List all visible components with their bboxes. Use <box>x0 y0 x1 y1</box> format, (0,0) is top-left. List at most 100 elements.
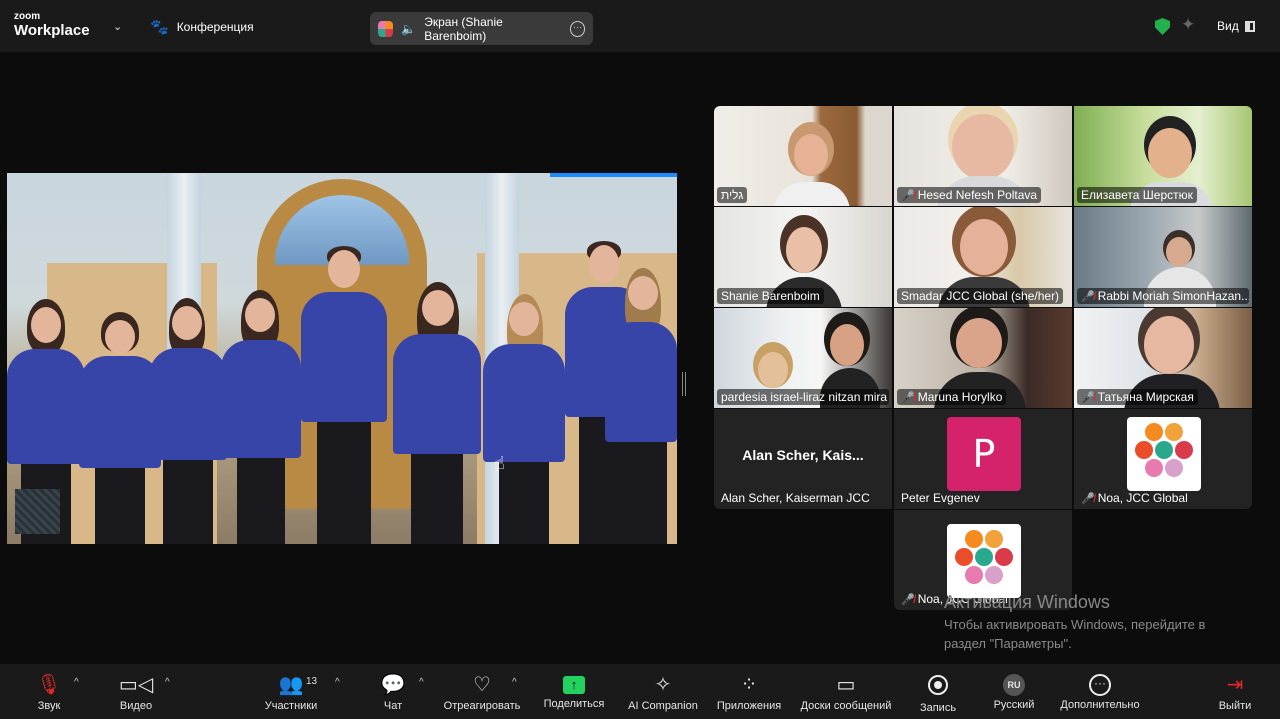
more-label: Дополнительно <box>1060 699 1140 711</box>
view-button[interactable]: Вид <box>1217 19 1255 33</box>
more-icon: ··· <box>1089 674 1111 696</box>
language-label: Русский <box>993 699 1035 711</box>
participant-name-tag: Елизавета Шерстюк <box>1077 187 1197 203</box>
singer <box>221 290 301 544</box>
muted-mic-icon: 🎤̸ <box>1081 290 1095 303</box>
participant-name: Maruna Horylko <box>917 390 1003 404</box>
ai-sparkle-icon[interactable]: ✦ <box>1181 15 1195 35</box>
participant-name-tag: Shanie Barenboim <box>717 288 824 304</box>
jcc-global-logo <box>1127 417 1201 491</box>
whiteboards-button[interactable]: ▭ Доски сообщений <box>796 664 896 719</box>
participant-name-tag: 🎤̸ Hesed Nefesh Poltava <box>897 187 1042 203</box>
security-shield-icon[interactable] <box>1155 18 1170 35</box>
qr-code-overlay <box>15 489 60 534</box>
language-button[interactable]: RU Русский <box>988 664 1040 719</box>
participant-name-tag: 🎤̸ Maruna Horylko <box>897 389 1007 405</box>
chevron-down-icon[interactable]: ⌄ <box>113 20 122 33</box>
singer <box>483 294 565 544</box>
audio-options-caret[interactable]: ^ <box>74 677 79 688</box>
whiteboard-icon: ▭ <box>836 674 856 696</box>
participant-tile[interactable]: 🎤̸ Noa, JCC Global <box>1074 409 1252 509</box>
video-options-caret[interactable]: ^ <box>165 677 170 688</box>
participants-options-caret[interactable]: ^ <box>335 677 340 688</box>
audio-button[interactable]: 🎙 Звук <box>28 664 70 719</box>
meeting-info-button[interactable]: 🐾 Конференция <box>150 18 254 36</box>
split-view-handle[interactable] <box>682 372 686 396</box>
view-layout-icon <box>1244 20 1255 32</box>
ai-companion-button[interactable]: ✧ AI Companion <box>624 664 702 719</box>
zoom-workplace-logo[interactable]: zoom Workplace <box>14 11 90 39</box>
video-camera-icon: ▭◁ <box>118 674 154 696</box>
chat-label: Чат <box>383 700 403 712</box>
participant-tile[interactable]: P Peter Evgenev <box>894 409 1072 509</box>
record-label: Запись <box>919 702 957 714</box>
ai-sparkle-icon: ✧ <box>654 674 672 696</box>
participant-big-name: Alan Scher, Kais... <box>742 447 864 463</box>
singer <box>393 282 481 544</box>
react-button[interactable]: ♡ Отреагировать <box>440 664 524 719</box>
react-label: Отреагировать <box>443 700 521 712</box>
video-progress-line <box>550 173 677 177</box>
muted-mic-icon: 🎙 <box>36 674 62 696</box>
whiteboards-label: Доски сообщений <box>800 700 892 712</box>
windows-activation-text: Чтобы активировать Windows, перейдите в … <box>944 617 1206 651</box>
meeting-label: Конференция <box>176 20 254 34</box>
participant-tile-active-speaker[interactable]: pardesia israel-liraz nitzan mira <box>714 308 892 408</box>
participants-button[interactable]: 👥 Участники <box>256 664 326 719</box>
windows-activation-title: Активация Windows <box>944 592 1110 612</box>
leave-button[interactable]: ⇥ Выйти <box>1214 664 1256 719</box>
react-options-caret[interactable]: ^ <box>512 677 517 688</box>
singer <box>605 268 677 544</box>
participant-tile[interactable]: 🎤̸ Татьяна Мирская <box>1074 308 1252 408</box>
participant-name-tag: Smadar JCC Global (she/her) <box>897 288 1064 304</box>
participant-name: Noa, JCC Global <box>1097 491 1188 505</box>
chat-options-caret[interactable]: ^ <box>419 677 424 688</box>
participant-name: Smadar JCC Global (she/her) <box>901 289 1060 303</box>
participant-name: Shanie Barenboim <box>721 289 820 303</box>
screen-share-label: Экран (Shanie Barenboim) <box>424 14 503 43</box>
participant-name-tag: pardesia israel-liraz nitzan mira <box>717 389 889 405</box>
participants-label: Участники <box>264 700 318 712</box>
participant-name: Rabbi Moriah SimonHazan... <box>1097 289 1249 303</box>
participant-name: Hesed Nefesh Poltava <box>917 188 1038 202</box>
apps-label: Приложения <box>716 700 782 712</box>
record-button[interactable]: Запись <box>914 664 962 719</box>
chat-button[interactable]: 💬 Чат <box>376 664 410 719</box>
share-button[interactable]: ↑ Поделиться <box>540 664 608 719</box>
share-screen-icon: ↑ <box>563 676 585 694</box>
participant-tile[interactable]: 🎤̸ Maruna Horylko <box>894 308 1072 408</box>
participant-name-tag: 🎤̸ Rabbi Moriah SimonHazan... <box>1077 288 1249 304</box>
language-icon: RU <box>1003 674 1025 696</box>
screen-share-pill[interactable]: 🔈 Экран (Shanie Barenboim) ··· <box>370 12 593 45</box>
singer <box>149 298 227 544</box>
more-button[interactable]: ··· Дополнительно <box>1056 664 1144 719</box>
participant-name-tag: Peter Evgenev <box>897 490 984 506</box>
participant-tile[interactable]: Елизавета Шерстюк <box>1074 106 1252 206</box>
participant-tile[interactable]: 🎤̸ Hesed Nefesh Poltava <box>894 106 1072 206</box>
video-button[interactable]: ▭◁ Видео <box>112 664 160 719</box>
brand-bottom: Workplace <box>14 22 90 39</box>
paw-icon: 🐾 <box>150 19 169 36</box>
jcc-global-logo <box>947 524 1021 598</box>
participant-tile[interactable]: גלית <box>714 106 892 206</box>
chat-bubble-icon: 💬 <box>380 674 406 696</box>
participants-count: 13 <box>306 676 318 687</box>
speaker-icon: 🔈 <box>401 21 417 36</box>
muted-mic-icon: 🎤̸ <box>1081 492 1095 505</box>
muted-mic-icon: 🎤̸ <box>901 391 915 404</box>
shared-screen-video[interactable]: ☝ <box>7 173 677 544</box>
participant-name: Alan Scher, Kaiserman JCC <box>721 491 870 505</box>
participant-tile[interactable]: Smadar JCC Global (she/her) <box>894 207 1072 307</box>
apps-button[interactable]: ⁘ Приложения <box>712 664 786 719</box>
participant-tile[interactable]: Alan Scher, Kais... Alan Scher, Kaiserma… <box>714 409 892 509</box>
mouse-cursor-icon: ☝ <box>494 453 505 473</box>
muted-mic-icon: 🎤̸ <box>901 189 915 202</box>
brand-top: zoom <box>14 11 41 22</box>
participant-tile[interactable]: Shanie Barenboim <box>714 207 892 307</box>
participant-tile[interactable]: 🎤̸ Rabbi Moriah SimonHazan... <box>1074 207 1252 307</box>
participant-name-tag: 🎤̸ Noa, JCC Global <box>1077 490 1192 506</box>
more-options-icon[interactable]: ··· <box>569 20 586 37</box>
participant-name-tag: גלית <box>717 187 748 203</box>
audio-label: Звук <box>37 700 61 712</box>
apps-icon: ⁘ <box>740 674 758 696</box>
